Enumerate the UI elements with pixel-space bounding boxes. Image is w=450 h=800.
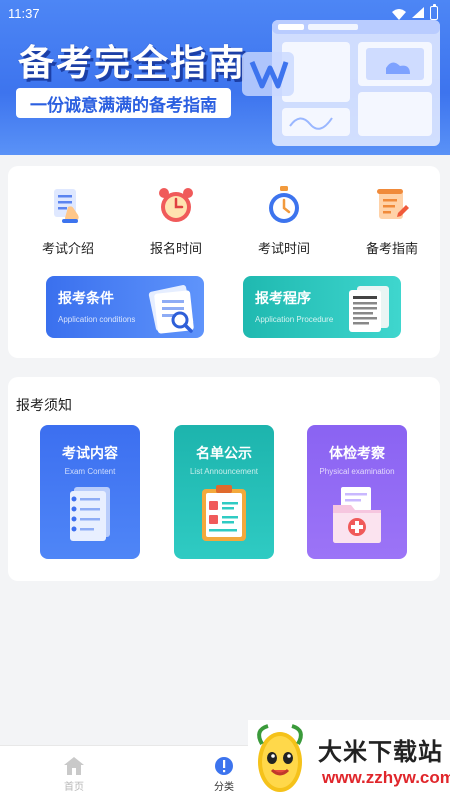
feature-application-procedure[interactable]: 报考程序 Application Procedure xyxy=(243,276,401,338)
home-icon xyxy=(64,757,84,775)
quick-link-label: 考试时间 xyxy=(257,242,310,257)
corn-mascot-logo xyxy=(257,724,303,792)
watermark-url: www.zzhyw.com xyxy=(322,768,450,787)
banner-subtitle: 一份诚意满满的备考指南 xyxy=(16,88,231,118)
notice-card-title: 体检考察 xyxy=(329,446,385,462)
feature-application-conditions[interactable]: 报考条件 Application conditions xyxy=(46,276,204,338)
wifi-icon xyxy=(392,8,406,20)
scroll-pencil-icon xyxy=(371,184,413,226)
quick-link-label: 备考指南 xyxy=(365,242,418,257)
banner-title: 备考完全指南 xyxy=(18,43,247,84)
notice-card-subtitle: List Announcement xyxy=(189,467,259,476)
notebook-icon xyxy=(70,487,110,541)
category-icon xyxy=(215,757,233,775)
notice-list-announcement[interactable]: 名单公示 List Announcement xyxy=(174,425,274,559)
section-title: 报考须知 xyxy=(16,398,72,414)
notice-card-subtitle: Physical examination xyxy=(319,467,395,476)
clipboard-icon xyxy=(202,485,246,541)
status-time: 11:37 xyxy=(8,5,40,21)
feature-subtitle: Application Procedure xyxy=(255,315,334,324)
battery-icon xyxy=(430,4,438,20)
document-stack-icon xyxy=(349,286,389,332)
notice-card: 报考须知 考试内容 Exam Content 名单公示 List Announc… xyxy=(8,377,440,581)
document-hand-icon xyxy=(47,184,89,226)
stopwatch-icon xyxy=(263,184,305,226)
feature-title: 报考条件 xyxy=(58,291,114,307)
quick-link-exam-time[interactable]: 考试时间 xyxy=(236,184,332,257)
feature-title: 报考程序 xyxy=(255,291,311,307)
notice-physical-exam[interactable]: 体检考察 Physical examination xyxy=(307,425,407,559)
quick-link-label: 考试介绍 xyxy=(41,242,94,257)
site-watermark: 大米下载站 www.zzhyw.com xyxy=(248,720,450,800)
feature-subtitle: Application conditions xyxy=(58,315,136,324)
alarm-clock-icon xyxy=(155,184,197,226)
notice-card-subtitle: Exam Content xyxy=(64,467,116,476)
medical-folder-icon xyxy=(333,487,381,543)
document-magnifier-icon xyxy=(148,285,194,334)
quick-link-study-guide[interactable]: 备考指南 xyxy=(344,184,440,257)
notice-card-title: 考试内容 xyxy=(62,446,118,462)
quick-links-grid: 考试介绍 报名时间 考试时间 备考指南 xyxy=(8,184,440,257)
nav-home-label: 首页 xyxy=(64,782,84,793)
nav-category-label: 分类 xyxy=(214,782,234,793)
notice-exam-content[interactable]: 考试内容 Exam Content xyxy=(40,425,140,559)
quick-link-exam-intro[interactable]: 考试介绍 xyxy=(20,184,116,257)
signal-icon xyxy=(412,6,424,21)
nav-home[interactable]: 首页 xyxy=(44,756,104,793)
quick-link-label: 报名时间 xyxy=(149,242,202,257)
quick-link-registration-time[interactable]: 报名时间 xyxy=(128,184,224,257)
browser-window-illustration xyxy=(242,20,440,146)
notice-card-title: 名单公示 xyxy=(196,446,252,462)
watermark-title: 大米下载站 xyxy=(318,738,443,766)
quick-access-card: 考试介绍 报名时间 考试时间 备考指南 报考条件 Application con… xyxy=(8,166,440,358)
nav-category[interactable]: 分类 xyxy=(194,756,254,793)
status-bar: 11:37 xyxy=(0,0,450,26)
